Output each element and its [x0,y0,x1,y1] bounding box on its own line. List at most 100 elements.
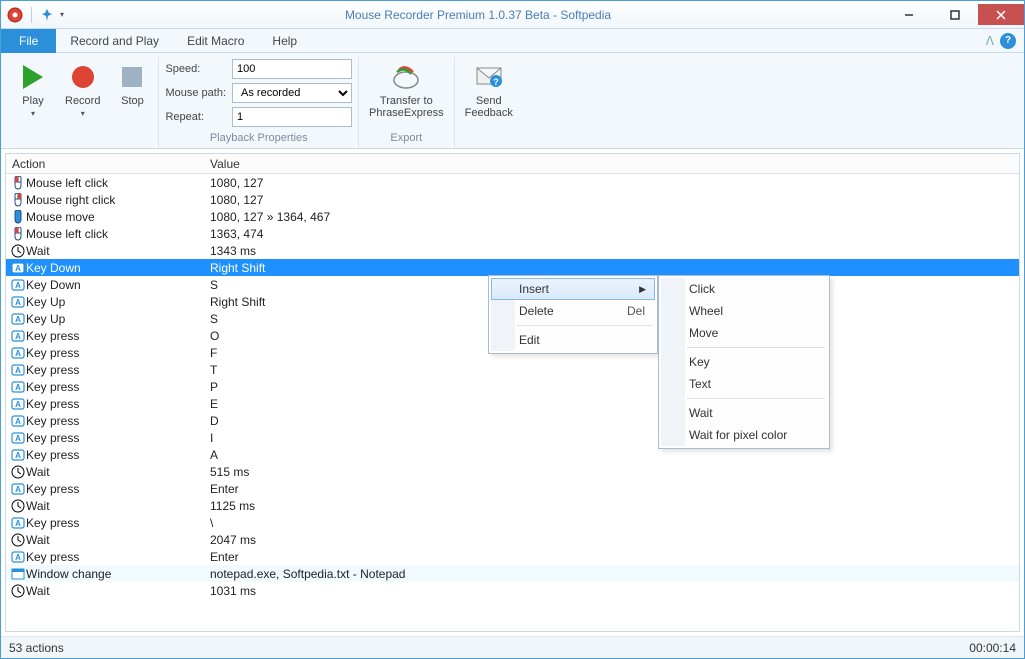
mouse-left-icon [6,227,26,241]
menu-help[interactable]: Help [258,29,311,53]
row-action: Key press [26,380,206,394]
svg-text:A: A [15,366,21,375]
row-value: 1080, 127 » 1364, 467 [206,210,1019,224]
table-row[interactable]: AKey pressEnter [6,480,1019,497]
table-row[interactable]: AKey pressEnter [6,548,1019,565]
key-icon: A [6,261,26,275]
pin-icon[interactable] [40,8,54,22]
play-icon [17,61,49,93]
mouse-path-select[interactable]: As recorded [232,83,352,103]
table-row[interactable]: AKey press\ [6,514,1019,531]
table-row[interactable]: AKey pressE [6,395,1019,412]
close-button[interactable] [978,4,1024,25]
stop-icon [116,61,148,93]
key-icon: A [6,278,26,292]
table-row[interactable]: AKey pressI [6,429,1019,446]
table-row[interactable]: Window changenotepad.exe, Softpedia.txt … [6,565,1019,582]
svg-text:A: A [15,315,21,324]
table-row[interactable]: AKey pressT [6,361,1019,378]
context-submenu-insert: Click Wheel Move Key Text Wait Wait for … [658,275,830,449]
ctx-insert[interactable]: Insert▶ [491,278,655,300]
collapse-ribbon-icon[interactable]: ᐱ [986,34,994,48]
stop-button[interactable]: Stop [112,59,152,109]
row-value: 515 ms [206,465,1019,479]
row-action: Wait [26,465,206,479]
row-value: \ [206,516,1019,530]
ctx-move[interactable]: Move [661,322,827,344]
row-action: Key press [26,431,206,445]
ctx-key[interactable]: Key [661,351,827,373]
help-icon[interactable]: ? [1000,33,1016,49]
svg-text:A: A [15,264,21,273]
menu-file[interactable]: File [1,29,56,53]
ctx-wheel[interactable]: Wheel [661,300,827,322]
menubar: File Record and Play Edit Macro Help ᐱ ? [1,29,1024,53]
table-row[interactable]: Wait515 ms [6,463,1019,480]
speed-label: Speed: [165,63,226,75]
group-export-label: Export [365,130,448,148]
ctx-text[interactable]: Text [661,373,827,395]
table-row[interactable]: Wait1343 ms [6,242,1019,259]
column-headers: Action Value [6,154,1019,174]
submenu-arrow-icon: ▶ [639,284,646,295]
repeat-input[interactable] [232,107,352,127]
key-icon: A [6,312,26,326]
row-action: Key Down [26,261,206,275]
row-value: Enter [206,482,1019,496]
row-action: Mouse move [26,210,206,224]
table-row[interactable]: AKey pressD [6,412,1019,429]
mouse-right-icon [6,193,26,207]
mouse-left-icon [6,176,26,190]
key-icon: A [6,414,26,428]
mouse-move-icon [6,210,26,224]
row-value: 1363, 474 [206,227,1019,241]
ctx-delete[interactable]: DeleteDel [491,300,655,322]
row-value: Right Shift [206,261,1019,275]
menu-record-play[interactable]: Record and Play [56,29,173,53]
ctx-edit[interactable]: Edit [491,329,655,351]
column-action[interactable]: Action [6,157,206,171]
row-action: Key press [26,346,206,360]
transfer-button[interactable]: Transfer to PhraseExpress [365,59,448,121]
table-row[interactable]: AKey pressP [6,378,1019,395]
svg-text:A: A [15,400,21,409]
qat-dropdown-icon[interactable]: ▾ [60,10,64,19]
table-row[interactable]: Mouse left click1363, 474 [6,225,1019,242]
play-button[interactable]: Play▾ [13,59,53,121]
table-row[interactable]: Mouse move1080, 127 » 1364, 467 [6,208,1019,225]
wait-icon [6,584,26,598]
row-action: Mouse right click [26,193,206,207]
key-icon: A [6,329,26,343]
table-row[interactable]: Mouse right click1080, 127 [6,191,1019,208]
key-icon: A [6,482,26,496]
svg-text:?: ? [493,77,499,87]
table-row[interactable]: Wait1125 ms [6,497,1019,514]
menu-edit-macro[interactable]: Edit Macro [173,29,258,53]
maximize-button[interactable] [932,4,978,25]
table-row[interactable]: Wait1031 ms [6,582,1019,599]
row-action: Key press [26,414,206,428]
record-button[interactable]: Record▾ [61,59,104,121]
ribbon: Play▾ Record▾ Stop Speed: Mouse path: [1,53,1024,149]
key-icon: A [6,448,26,462]
table-row[interactable]: AKey pressA [6,446,1019,463]
ctx-click[interactable]: Click [661,278,827,300]
minimize-button[interactable] [886,4,932,25]
record-icon [67,61,99,93]
table-row[interactable]: Mouse left click1080, 127 [6,174,1019,191]
key-icon: A [6,397,26,411]
ctx-wait[interactable]: Wait [661,402,827,424]
row-action: Window change [26,567,206,581]
feedback-button[interactable]: ? Send Feedback [461,59,517,121]
table-row[interactable]: Wait2047 ms [6,531,1019,548]
key-icon: A [6,380,26,394]
column-value[interactable]: Value [206,157,1019,171]
table-row[interactable]: A Key DownRight Shift [6,259,1019,276]
svg-text:A: A [15,332,21,341]
speed-input[interactable] [232,59,352,79]
row-action: Key press [26,397,206,411]
rows-scroll[interactable]: Mouse left click1080, 127Mouse right cli… [6,174,1019,631]
mouse-path-label: Mouse path: [165,87,226,99]
ctx-pixel[interactable]: Wait for pixel color [661,424,827,446]
window-icon [6,567,26,581]
